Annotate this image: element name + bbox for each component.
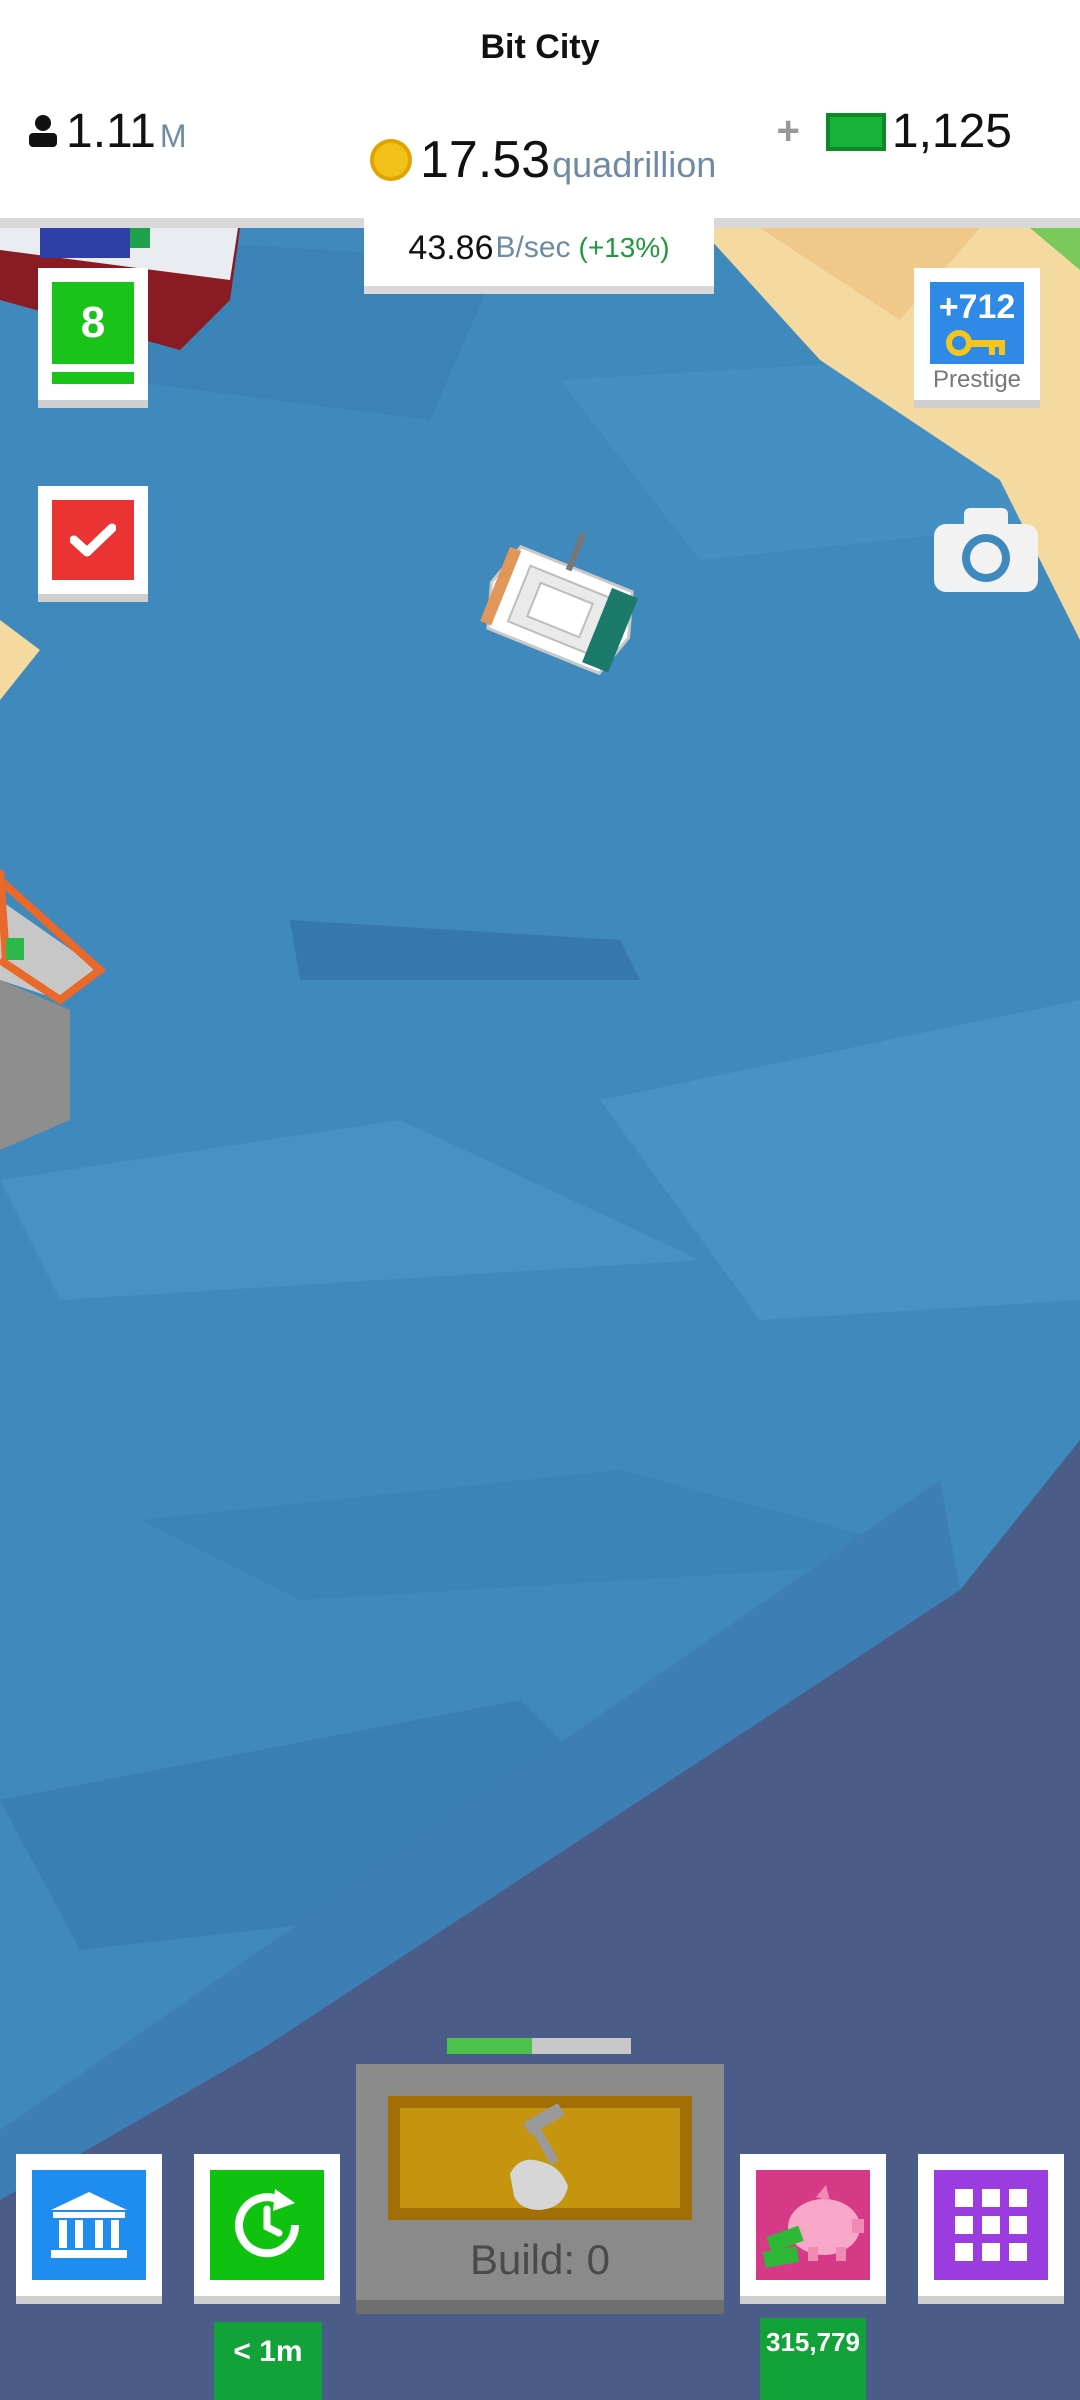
population-counter[interactable]: 1.11 M [26,104,187,159]
build-slab [388,2096,692,2220]
level-progress-bar [52,372,134,384]
tasks-button[interactable] [38,486,148,602]
tasks-icon-box [52,500,134,580]
top-bar: Bit City 1.11 M 17.53 quadrillion + 1,12… [0,0,1080,228]
grid-menu-icon [955,2189,1027,2261]
cash-icon [825,112,886,151]
prestige-value: +712 [938,288,1016,326]
income-unit: B/sec [495,231,571,264]
cash-balance[interactable]: + 1,125 [777,104,1012,159]
coin-icon [370,139,412,181]
coin-balance: 17.53 quadrillion [370,130,716,190]
bank-icon [51,2192,127,2258]
key-icon [946,330,1005,356]
piggy-bank-button[interactable] [740,2154,886,2304]
income-bonus: (+13%) [578,232,670,263]
coin-value: 17.53 [420,131,551,189]
build-label: Build: 0 [469,2236,611,2283]
build-progress-fill [447,2038,532,2054]
population-unit: M [159,118,187,154]
menu-button[interactable] [918,2154,1064,2304]
income-value: 43.86 [408,228,494,267]
coin-unit: quadrillion [552,144,717,185]
prestige-button[interactable]: +712 Prestige [914,268,1040,408]
level-value: 8 [52,282,134,364]
clock-refresh-icon [235,2189,300,2258]
prestige-label: Prestige [932,366,1022,393]
piggy-bank-icon [762,2185,864,2268]
camera-icon[interactable] [934,508,1038,592]
checkmark-icon [70,523,116,557]
cash-value: 1,125 [891,105,1012,158]
prestige-icon-box: +712 [930,282,1024,364]
level-button[interactable]: 8 [38,268,148,408]
build-button[interactable]: Build: 0 [356,2064,724,2314]
add-cash-button[interactable]: + [777,109,800,154]
person-icon [29,115,57,147]
build-progress-bar [447,2038,631,2054]
income-rate[interactable]: 43.86 B/sec (+13%) [364,210,714,294]
boost-timer: < 1m [214,2322,322,2400]
time-boost-button[interactable] [194,2154,340,2304]
population-value: 1.11 [66,105,156,158]
city-title: Bit City [480,28,600,66]
savings-value: 315,779 [760,2318,866,2400]
hammer-hand-icon [510,2104,568,2210]
bank-button[interactable] [16,2154,162,2304]
